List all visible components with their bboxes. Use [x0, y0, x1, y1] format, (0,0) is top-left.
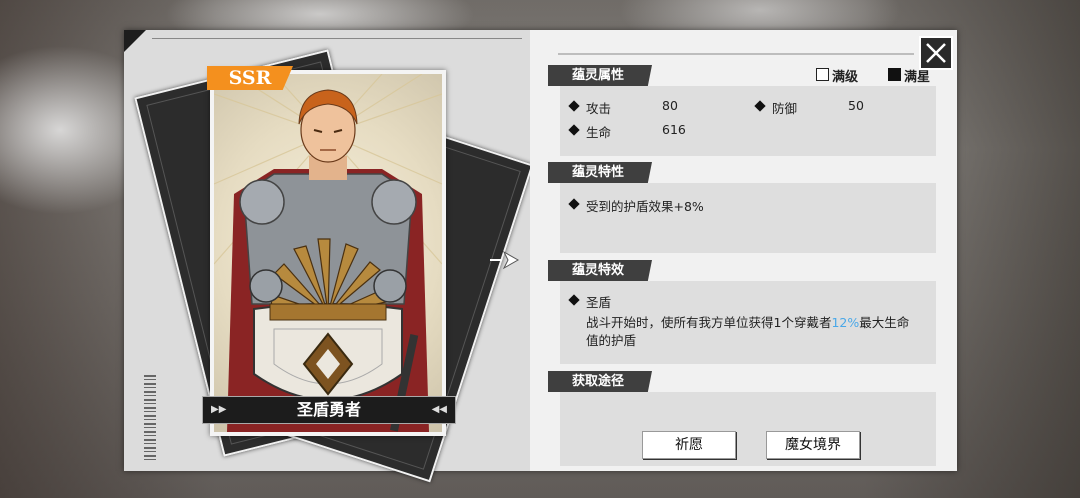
trait-text: 受到的护盾效果+8%: [586, 199, 704, 214]
source-witch-realm-button[interactable]: 魔女境界: [766, 431, 860, 459]
source-wish-button[interactable]: 祈愿: [642, 431, 736, 459]
attributes-title: 蕴灵属性: [548, 65, 652, 86]
max-star-checkbox[interactable]: [888, 68, 901, 81]
attributes-box: [560, 86, 936, 156]
card-name: 圣盾勇者: [296, 400, 361, 419]
stat-value: 80: [662, 98, 678, 113]
divider-line: [558, 53, 914, 55]
obtain-title: 获取途径: [548, 371, 652, 392]
corner-decoration: [124, 30, 146, 52]
barcode-decoration: [144, 375, 156, 461]
effect-description: 战斗开始时，使所有我方单位获得1个穿戴者12%最大生命: [586, 312, 909, 331]
character-card[interactable]: [210, 70, 446, 436]
divider-line: [152, 38, 522, 39]
stat-label: 防御: [772, 101, 798, 116]
traits-box: [560, 183, 936, 253]
right-arrows-icon: ◀◀: [431, 404, 447, 415]
effect-desc-part: 最大生命: [859, 315, 910, 330]
effect-name: 圣盾: [586, 295, 612, 310]
effect-description-line2: 值的护盾: [586, 333, 637, 348]
left-arrows-icon: ▶▶: [211, 404, 227, 415]
effect-highlight-value: 12%: [831, 315, 860, 330]
obtain-box: [560, 392, 936, 466]
max-level-label[interactable]: 满级: [832, 66, 858, 85]
card-showcase: SSR ▶▶ 圣盾勇者 ◀◀: [124, 30, 534, 483]
rarity-badge: SSR: [207, 66, 293, 90]
stat-value: 50: [848, 98, 864, 113]
right-arrow-icon: [488, 250, 524, 270]
traits-title: 蕴灵特性: [548, 162, 652, 183]
info-area: 蕴灵属性 满级 满星 攻击 80 防御 50 生命 616 蕴灵特性 受到的护盾…: [530, 30, 957, 471]
close-icon: [926, 43, 946, 63]
stat-label: 生命: [586, 125, 612, 140]
close-button[interactable]: [919, 36, 953, 70]
max-level-checkbox[interactable]: [816, 68, 829, 81]
effect-desc-part: 战斗开始时，使所有我方单位获得1个穿戴者: [586, 315, 832, 330]
stat-value: 616: [662, 122, 686, 137]
max-star-label[interactable]: 满星: [904, 66, 930, 85]
character-portrait: [214, 74, 442, 432]
stat-label: 攻击: [586, 101, 612, 116]
effects-title: 蕴灵特效: [548, 260, 652, 281]
card-name-banner: ▶▶ 圣盾勇者 ◀◀: [202, 396, 456, 424]
spirit-detail-panel: SSR ▶▶ 圣盾勇者 ◀◀ 蕴灵属性 满级 满星 攻击 80 防御 50 生命…: [124, 30, 957, 483]
